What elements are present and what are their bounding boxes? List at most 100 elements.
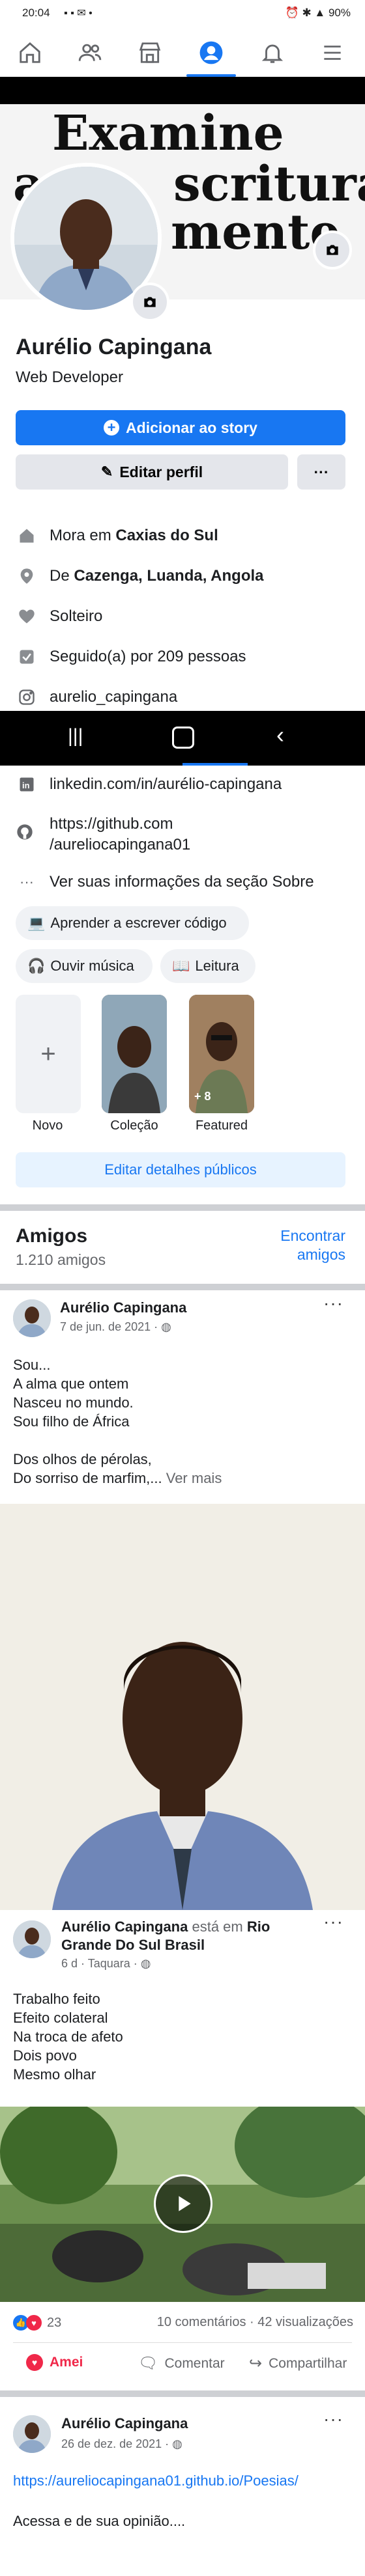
comment-action-button[interactable]: 🗨 Comentar: [138, 2354, 225, 2373]
home-button-icon[interactable]: [172, 727, 194, 749]
globe-icon: ◍: [161, 1320, 171, 1333]
profile-icon[interactable]: [193, 38, 229, 68]
cover-camera-button[interactable]: [313, 230, 352, 270]
plus-circle-icon: +: [104, 420, 120, 436]
post-date: 7 de jun. de 2021 · ◍: [60, 1320, 171, 1333]
post-video[interactable]: [0, 2107, 365, 2302]
love-action-button[interactable]: ♥ Amei: [26, 2354, 83, 2371]
reactions-summary[interactable]: 👍 ♥ 23: [13, 2315, 61, 2331]
menu-icon[interactable]: [314, 38, 351, 68]
add-to-story-button[interactable]: + Adicionar ao story: [16, 410, 345, 445]
github-icon: [16, 823, 34, 846]
hobby-chip-music[interactable]: 🎧 Ouvir música: [16, 949, 153, 983]
post-author-avatar[interactable]: [13, 2415, 51, 2453]
edit-profile-button[interactable]: ✎ Editar perfil: [16, 454, 288, 490]
marketplace-icon[interactable]: [132, 38, 168, 68]
status-notification-icons: ▪ ▪ ✉ •: [64, 8, 93, 19]
share-action-button[interactable]: ↪ Compartilhar: [249, 2354, 347, 2373]
edit-public-details-button[interactable]: Editar detalhes públicos: [16, 1152, 345, 1187]
post-date: 26 de dez. de 2021 · ◍: [61, 2437, 182, 2450]
intro-relationship: Solteiro: [16, 600, 102, 633]
location-pin-icon: [16, 565, 38, 587]
see-more-link[interactable]: Ver mais: [166, 1470, 222, 1486]
section-divider: [0, 2390, 365, 2397]
cover-top-band: [0, 77, 365, 104]
play-button[interactable]: [154, 2174, 212, 2233]
play-icon: [179, 2196, 191, 2211]
globe-icon: ◍: [140, 1957, 151, 1970]
pencil-icon: ✎: [100, 464, 113, 480]
section-divider: [0, 1204, 365, 1211]
book-icon: 📖: [172, 958, 190, 974]
profile-name: Aurélio Capingana: [16, 335, 212, 359]
intro-instagram[interactable]: aurelio_capingana: [16, 681, 177, 713]
featured-collection-card[interactable]: [102, 995, 167, 1113]
laptop-icon: 💻: [27, 915, 46, 931]
system-navigation-bar: ||| ‹: [0, 711, 365, 766]
status-time: 20:04: [22, 7, 50, 19]
post-photo[interactable]: [0, 1504, 365, 1910]
camera-icon: [327, 245, 338, 255]
post-author-name[interactable]: Aurélio Capingana: [61, 1918, 188, 1935]
post-text: Sou... A alma que ontem Nasceu no mundo.…: [13, 1357, 222, 1486]
share-icon: ↪: [249, 2355, 263, 2372]
hobby-chip-coding[interactable]: 💻 Aprender a escrever código: [16, 906, 249, 940]
post-author-name[interactable]: Aurélio Capingana: [60, 1299, 186, 1316]
instagram-icon: [16, 686, 38, 708]
friends-count: 1.210 amigos: [16, 1251, 106, 1268]
featured-featured-card[interactable]: + 8: [189, 995, 254, 1113]
plus-icon: +: [40, 1039, 56, 1068]
home-icon[interactable]: [12, 38, 48, 68]
linkedin-icon: in: [16, 773, 38, 796]
post-author-name[interactable]: Aurélio Capingana: [61, 2415, 188, 2432]
divider: [13, 2342, 352, 2343]
more-options-button[interactable]: ···: [297, 454, 345, 490]
comment-icon: 🗨: [138, 2355, 158, 2372]
profile-headline: Web Developer: [16, 368, 123, 386]
camera-icon: [144, 297, 156, 307]
top-navigation: [0, 27, 365, 77]
recent-apps-icon[interactable]: |||: [68, 725, 83, 747]
post-options-button[interactable]: ···: [323, 2409, 343, 2430]
find-friends-link[interactable]: Encontrar amigos: [267, 1226, 345, 1264]
intro-from: De Cazenga, Luanda, Angola: [16, 560, 264, 592]
post-text: Trabalho feito Efeito colateral Na troca…: [13, 1991, 123, 2083]
followers-icon: [16, 646, 38, 668]
featured-new-card[interactable]: +: [16, 995, 81, 1113]
post-options-button[interactable]: ···: [323, 1911, 343, 1932]
post-text: Acessa e de sua opinião....: [13, 2513, 186, 2529]
love-icon: ♥: [26, 2354, 43, 2371]
post-stats[interactable]: 10 comentários · 42 visualizações: [151, 2315, 353, 2330]
featured-new-label: Novo: [32, 1118, 63, 1133]
status-battery: ⏰ ✱ ▲ 90%: [285, 7, 351, 19]
love-reaction-icon: ♥: [26, 2315, 42, 2331]
more-dots-icon: ···: [20, 874, 34, 890]
scroll-indicator: [182, 763, 248, 766]
post-author-avatar[interactable]: [13, 1299, 51, 1337]
hobby-chip-reading[interactable]: 📖 Leitura: [160, 949, 256, 983]
house-icon: [16, 525, 38, 547]
svg-text:in: in: [22, 781, 30, 790]
section-divider: [0, 1284, 365, 1290]
status-bar: 20:04 ▪ ▪ ✉ • ⏰ ✱ ▲ 90%: [0, 0, 365, 27]
back-icon[interactable]: ‹: [276, 721, 284, 749]
friends-icon[interactable]: [72, 38, 108, 68]
featured-collection-label: Coleção: [110, 1118, 158, 1133]
globe-icon: ◍: [172, 2437, 182, 2450]
post-date: 6 d · Taquara · ◍: [61, 1957, 151, 1970]
headphones-icon: 🎧: [27, 958, 46, 974]
intro-followers[interactable]: Seguido(a) por 209 pessoas: [16, 641, 246, 673]
post-link[interactable]: https://aureliocapingana01.github.io/Poe…: [13, 2472, 299, 2489]
post-author-avatar[interactable]: [13, 1920, 51, 1958]
post-options-button[interactable]: ···: [323, 1293, 343, 1314]
intro-linkedin[interactable]: in linkedin.com/in/aurélio-capingana: [16, 768, 282, 801]
cover-text-line1: Examine: [52, 105, 284, 161]
featured-count-badge: + 8: [194, 1090, 211, 1103]
notifications-icon[interactable]: [254, 38, 291, 68]
see-about-info-link[interactable]: ··· Ver suas informações da seção Sobre: [16, 866, 314, 898]
heart-icon: [16, 605, 38, 628]
friends-title: Amigos: [16, 1225, 88, 1247]
intro-github[interactable]: https://github.com /aureliocapingana01: [16, 814, 342, 859]
avatar-camera-button[interactable]: [130, 283, 169, 322]
featured-featured-label: Featured: [195, 1118, 248, 1133]
